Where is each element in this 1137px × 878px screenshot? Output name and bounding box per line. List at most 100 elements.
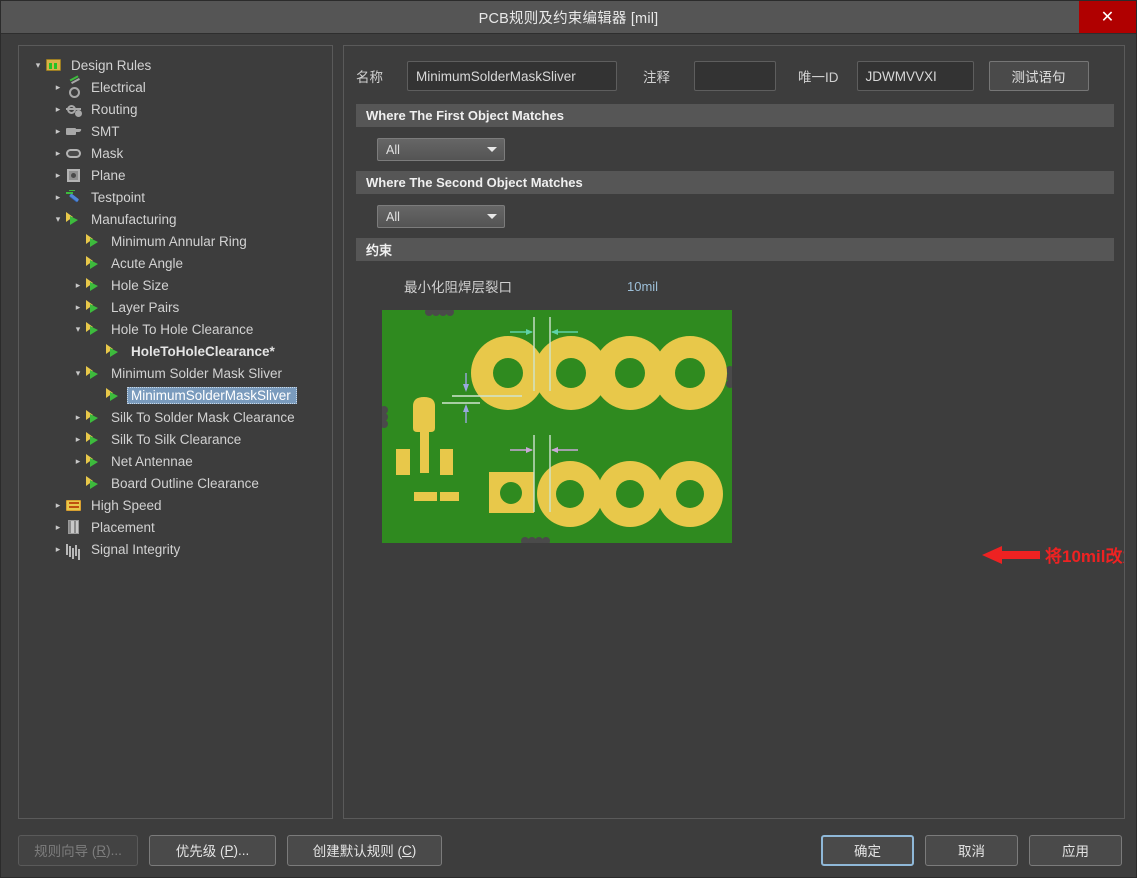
- chevron-right-icon[interactable]: [51, 171, 65, 180]
- rule-icon: [85, 431, 103, 447]
- chevron-right-icon[interactable]: [71, 303, 85, 312]
- rule-icon: [85, 453, 103, 469]
- second-object-section-header: Where The Second Object Matches: [356, 171, 1114, 194]
- cancel-button[interactable]: 取消: [925, 834, 1018, 866]
- tree-item-silk-to-silk-clearance[interactable]: Silk To Silk Clearance: [25, 428, 328, 450]
- rule-wizard-button[interactable]: 规则向导 (R)...: [18, 834, 138, 866]
- pcb-preview-svg: [382, 310, 732, 543]
- tree-item-acute-angle[interactable]: Acute Angle: [25, 252, 328, 274]
- chevron-right-icon[interactable]: [51, 127, 65, 136]
- test-statement-button[interactable]: 测试语句: [988, 61, 1089, 91]
- rule-icon: [85, 409, 103, 425]
- tree-item-label: High Speed: [91, 497, 162, 513]
- tree-item-mask[interactable]: Mask: [25, 142, 328, 164]
- pcb-rules-dialog: PCB规则及约束编辑器 [mil] ✕ Design Rules Electric…: [0, 0, 1137, 878]
- first-object-scope-value: All: [386, 142, 400, 157]
- chevron-right-icon[interactable]: [51, 545, 65, 554]
- footer-right-buttons: 确定 取消 应用: [821, 834, 1122, 866]
- chevron-right-icon[interactable]: [51, 523, 65, 532]
- tree-item-label: Hole To Hole Clearance: [111, 321, 254, 337]
- tree-item-hole-to-hole-clearance[interactable]: Hole To Hole Clearance: [25, 318, 328, 340]
- tree-item-minimumsoldermasksliver[interactable]: MinimumSolderMaskSliver: [25, 384, 328, 406]
- ok-button[interactable]: 确定: [821, 834, 914, 866]
- rule-icon: [85, 321, 103, 337]
- tree-item-high-speed[interactable]: High Speed: [25, 494, 328, 516]
- tree-item-signal-integrity[interactable]: Signal Integrity: [25, 538, 328, 560]
- tree-item-holetoholeclearance[interactable]: HoleToHoleClearance*: [25, 340, 328, 362]
- mask-icon: [65, 145, 83, 161]
- tree-item-label: Silk To Silk Clearance: [111, 431, 242, 447]
- priority-button[interactable]: 优先级 (P)...: [149, 834, 276, 866]
- tree-item-minimum-annular-ring[interactable]: Minimum Annular Ring: [25, 230, 328, 252]
- dialog-content: Design Rules Electrical Routing SMT Mask Plan…: [1, 35, 1136, 823]
- tree-item-testpoint[interactable]: Testpoint: [25, 186, 328, 208]
- chevron-down-icon[interactable]: [51, 215, 65, 224]
- footer-left-buttons: 规则向导 (R)... 优先级 (P)... 创建默认规则 (C): [18, 834, 442, 866]
- rule-icon: [105, 387, 123, 403]
- constraint-value-input[interactable]: 10mil: [627, 279, 658, 294]
- chevron-right-icon[interactable]: [71, 281, 85, 290]
- chevron-right-icon[interactable]: [51, 501, 65, 510]
- title-bar: PCB规则及约束编辑器 [mil] ✕: [1, 1, 1136, 34]
- tree-item-label: Minimum Solder Mask Sliver: [111, 365, 283, 381]
- highspeed-icon: [65, 497, 83, 513]
- dialog-footer: 规则向导 (R)... 优先级 (P)... 创建默认规则 (C) 确定 取消 …: [1, 823, 1136, 877]
- tree-item-label: Placement: [91, 519, 155, 535]
- smt-icon: [65, 123, 83, 139]
- first-object-section-header: Where The First Object Matches: [356, 104, 1114, 127]
- chevron-right-icon[interactable]: [71, 457, 85, 466]
- rule-icon: [85, 299, 103, 315]
- rule-header-row: 名称 MinimumSolderMaskSliver 注释 唯一ID JDWMV…: [356, 61, 1114, 91]
- signal-icon: [65, 541, 83, 557]
- tree-item-hole-size[interactable]: Hole Size: [25, 274, 328, 296]
- rule-icon: [85, 365, 103, 381]
- tree-item-label: SMT: [91, 123, 120, 139]
- chevron-right-icon[interactable]: [71, 413, 85, 422]
- chevron-right-icon[interactable]: [51, 193, 65, 202]
- left-arrow-annotation-icon: [982, 546, 1040, 564]
- folder-icon: [45, 57, 63, 73]
- chevron-right-icon[interactable]: [51, 83, 65, 92]
- pcb-preview-image: [382, 310, 732, 543]
- chevron-down-icon: [487, 214, 497, 219]
- tree-item-label: Design Rules: [71, 57, 152, 73]
- tree-item-smt[interactable]: SMT: [25, 120, 328, 142]
- comment-input[interactable]: [694, 61, 776, 91]
- chevron-right-icon[interactable]: [51, 149, 65, 158]
- tree-item-label: Plane: [91, 167, 126, 183]
- constraint-body: 最小化阻焊层裂口 10mil 将10mil改为0: [356, 261, 1124, 566]
- tree-item-design-rules[interactable]: Design Rules: [25, 54, 328, 76]
- chevron-down-icon[interactable]: [31, 61, 45, 70]
- tree-item-label: Testpoint: [91, 189, 146, 205]
- tree-item-net-antennae[interactable]: Net Antennae: [25, 450, 328, 472]
- tree-item-layer-pairs[interactable]: Layer Pairs: [25, 296, 328, 318]
- routing-icon: [65, 101, 83, 117]
- tree-item-plane[interactable]: Plane: [25, 164, 328, 186]
- tree-item-placement[interactable]: Placement: [25, 516, 328, 538]
- tree-item-minimum-solder-mask-sliver[interactable]: Minimum Solder Mask Sliver: [25, 362, 328, 384]
- testpoint-icon: [65, 189, 83, 205]
- chevron-down-icon[interactable]: [71, 325, 85, 334]
- first-object-scope-dropdown[interactable]: All: [377, 138, 505, 161]
- window-title: PCB规则及约束编辑器 [mil]: [478, 10, 659, 27]
- rule-icon: [85, 475, 103, 491]
- unique-id-label: 唯一ID: [798, 70, 839, 85]
- chevron-right-icon[interactable]: [71, 435, 85, 444]
- tree-item-silk-to-solder-mask-clearance[interactable]: Silk To Solder Mask Clearance: [25, 406, 328, 428]
- apply-button[interactable]: 应用: [1029, 834, 1122, 866]
- rule-name-input[interactable]: MinimumSolderMaskSliver: [407, 61, 617, 91]
- chevron-down-icon[interactable]: [71, 369, 85, 378]
- tree-item-board-outline-clearance[interactable]: Board Outline Clearance: [25, 472, 328, 494]
- unique-id-input[interactable]: JDWMVVXI: [856, 61, 974, 91]
- create-default-rules-button[interactable]: 创建默认规则 (C): [287, 834, 442, 866]
- tree-item-routing[interactable]: Routing: [25, 98, 328, 120]
- rule-icon: [65, 211, 83, 227]
- tree-item-electrical[interactable]: Electrical: [25, 76, 328, 98]
- rule-icon: [85, 277, 103, 293]
- design-rules-tree[interactable]: Design Rules Electrical Routing SMT Mask Plan…: [18, 45, 333, 819]
- close-icon[interactable]: ✕: [1079, 1, 1136, 33]
- electrical-icon: [65, 79, 83, 98]
- chevron-right-icon[interactable]: [51, 105, 65, 114]
- tree-item-manufacturing[interactable]: Manufacturing: [25, 208, 328, 230]
- second-object-scope-dropdown[interactable]: All: [377, 205, 505, 228]
